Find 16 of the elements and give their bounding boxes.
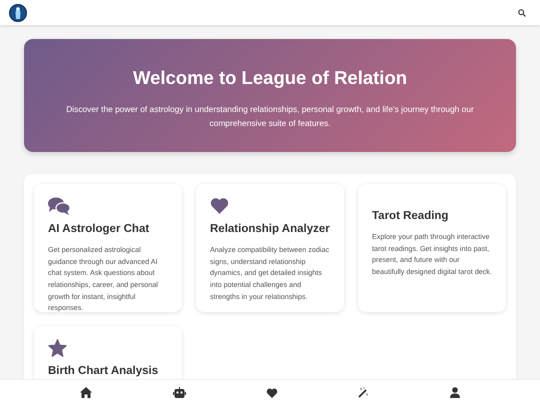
card-title: AI Astrologer Chat: [48, 223, 150, 235]
robot-icon[interactable]: [172, 387, 186, 398]
hero-description: Discover the power of astrology in understanding relationships, personal growth, and life's journey through our comprehensive suite of features.: [65, 103, 475, 130]
chat-bubbles-icon: [48, 197, 70, 215]
card-title: Tarot Reading: [372, 210, 450, 222]
card-title: Birth Chart Analysis: [48, 365, 160, 377]
magic-wand-icon[interactable]: [358, 387, 370, 398]
heart-icon[interactable]: [266, 388, 278, 398]
star-icon: [48, 339, 67, 357]
heart-icon: [210, 197, 229, 214]
hero-title: Welcome to League of Relation: [132, 67, 408, 89]
card-title: Relationship Analyzer: [210, 223, 330, 235]
search-icon[interactable]: [518, 8, 526, 16]
home-icon[interactable]: [80, 387, 92, 398]
user-icon[interactable]: [450, 387, 460, 398]
logo-icon[interactable]: [9, 4, 27, 22]
